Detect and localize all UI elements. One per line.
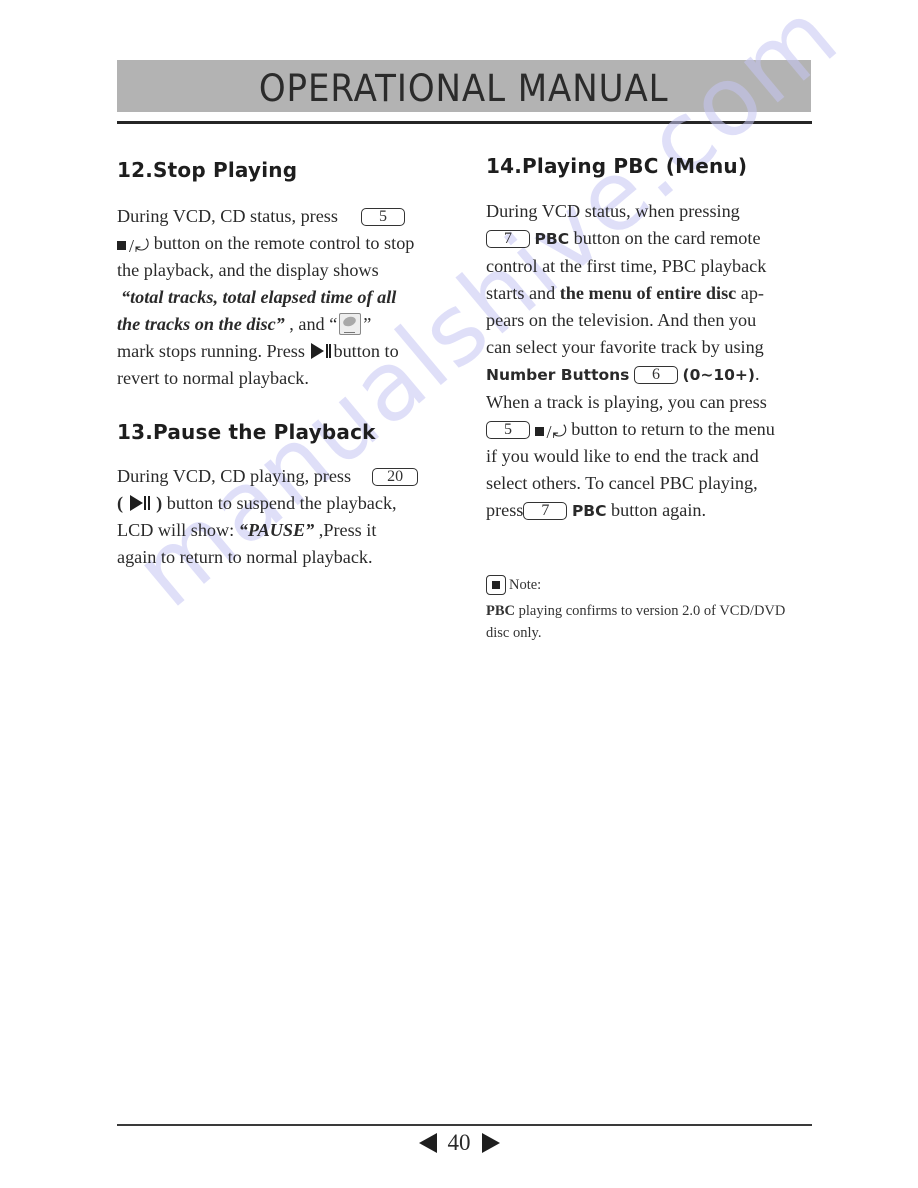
section-playing-pbc: 14.Playing PBC (Menu) During VCD status,… xyxy=(486,154,824,525)
quote-mark: ” xyxy=(305,520,315,540)
key-label: 6 xyxy=(633,366,678,384)
note-bold: PBC xyxy=(486,603,515,619)
body-text: mark stops running. Press xyxy=(117,341,305,361)
button-name: PBC xyxy=(534,230,570,248)
right-column: 14.Playing PBC (Menu) During VCD status,… xyxy=(486,154,824,525)
note-body: playing confirms to version 2.0 of VCD/D… xyxy=(515,603,786,619)
note-header: Note: xyxy=(486,575,831,595)
key-label: 7 xyxy=(486,230,530,248)
note-label: Note: xyxy=(509,576,542,593)
header-divider xyxy=(117,121,812,124)
button-name: Number Buttons xyxy=(486,366,630,384)
body-text: again to return to normal playback. xyxy=(117,547,373,567)
body-text: button to xyxy=(333,341,399,361)
key-label: 5 xyxy=(486,421,530,439)
stop-return-icon: / ⤾ xyxy=(534,423,567,441)
section-stop-playing: 12.Stop Playing During VCD, CD status, p… xyxy=(117,158,452,392)
key-label: 5 xyxy=(361,208,406,226)
prev-page-icon[interactable] xyxy=(418,1133,437,1153)
body-text: When a track is playing, you can press xyxy=(486,392,767,412)
emphasis-text: the tracks on the disc xyxy=(117,314,276,334)
disc-running-icon xyxy=(339,313,362,335)
section-pause-playback: 13.Pause the Playback During VCD, CD pla… xyxy=(117,420,452,571)
quote-mark: “ xyxy=(121,287,131,307)
body-text: press xyxy=(486,500,524,520)
play-pause-icon xyxy=(311,343,332,359)
body-text: revert to normal playback. xyxy=(117,368,309,388)
body-text: , and “ xyxy=(284,314,338,334)
next-page-icon[interactable] xyxy=(481,1133,500,1153)
body-text: button to suspend the playback, xyxy=(162,493,397,513)
stop-return-icon: / ⤾ xyxy=(117,237,149,255)
body-text: starts and xyxy=(486,283,560,303)
page-footer: 40 xyxy=(0,1130,918,1156)
body-text: During VCD, CD status, press xyxy=(117,206,338,226)
note-icon xyxy=(486,575,506,595)
body-text: During VCD, CD playing, press xyxy=(117,466,352,486)
body-text: the playback, and the display shows xyxy=(117,260,379,280)
header-banner: OPERATIONAL MANUAL xyxy=(117,60,811,112)
emphasis-text: total tracks, total elapsed time of all xyxy=(130,287,397,307)
body-text: During VCD status, when pressing xyxy=(486,201,740,221)
lcd-text: PAUSE xyxy=(247,520,306,540)
quote-mark: “ xyxy=(238,520,248,540)
page-title: OPERATIONAL MANUAL xyxy=(259,66,669,110)
body-text: button again. xyxy=(606,500,707,520)
body-text: pears on the television. And then you xyxy=(486,310,757,330)
body-text: control at the first time, PBC playback xyxy=(486,256,767,276)
section-body: During VCD status, when pressing 7 PBC b… xyxy=(486,198,824,525)
note-body: disc only. xyxy=(486,625,542,641)
body-text: can select your favorite track by using xyxy=(486,337,764,357)
page-number: 40 xyxy=(447,1130,471,1155)
range-text: (0~10+) xyxy=(682,366,755,384)
note-box: Note: PBC playing confirms to version 2.… xyxy=(486,575,831,644)
section-heading: 14.Playing PBC (Menu) xyxy=(486,154,748,178)
body-text: if you would like to end the track and xyxy=(486,446,759,466)
quote-mark: ” xyxy=(275,314,285,334)
emphasis-text: the menu of entire disc xyxy=(559,283,737,303)
paren: ( xyxy=(117,493,124,513)
quote-mark: ” xyxy=(363,314,372,334)
button-name: PBC xyxy=(571,502,607,520)
body-text: ,Press it xyxy=(314,520,377,540)
key-label: 20 xyxy=(372,468,419,486)
play-pause-icon xyxy=(129,495,150,511)
body-text: ap- xyxy=(736,283,764,303)
body-text: select others. To cancel PBC playing, xyxy=(486,473,758,493)
left-column: 12.Stop Playing During VCD, CD status, p… xyxy=(117,158,452,571)
body-text: button on the card remote xyxy=(569,228,761,248)
body-text: button on the remote control to stop xyxy=(149,233,415,253)
body-text: button to return to the menu xyxy=(566,419,775,439)
body-text: . xyxy=(754,364,760,384)
key-label: 7 xyxy=(523,502,568,520)
note-text: PBC playing confirms to version 2.0 of V… xyxy=(486,600,831,644)
section-body: During VCD, CD status, press 5 /⤾ button… xyxy=(117,203,452,392)
section-heading: 13.Pause the Playback xyxy=(117,420,376,444)
footer-divider xyxy=(117,1124,812,1126)
section-body: During VCD, CD playing, press 20 ( ) but… xyxy=(117,463,452,571)
body-text: LCD will show: xyxy=(117,520,239,540)
section-heading: 12.Stop Playing xyxy=(117,158,298,182)
